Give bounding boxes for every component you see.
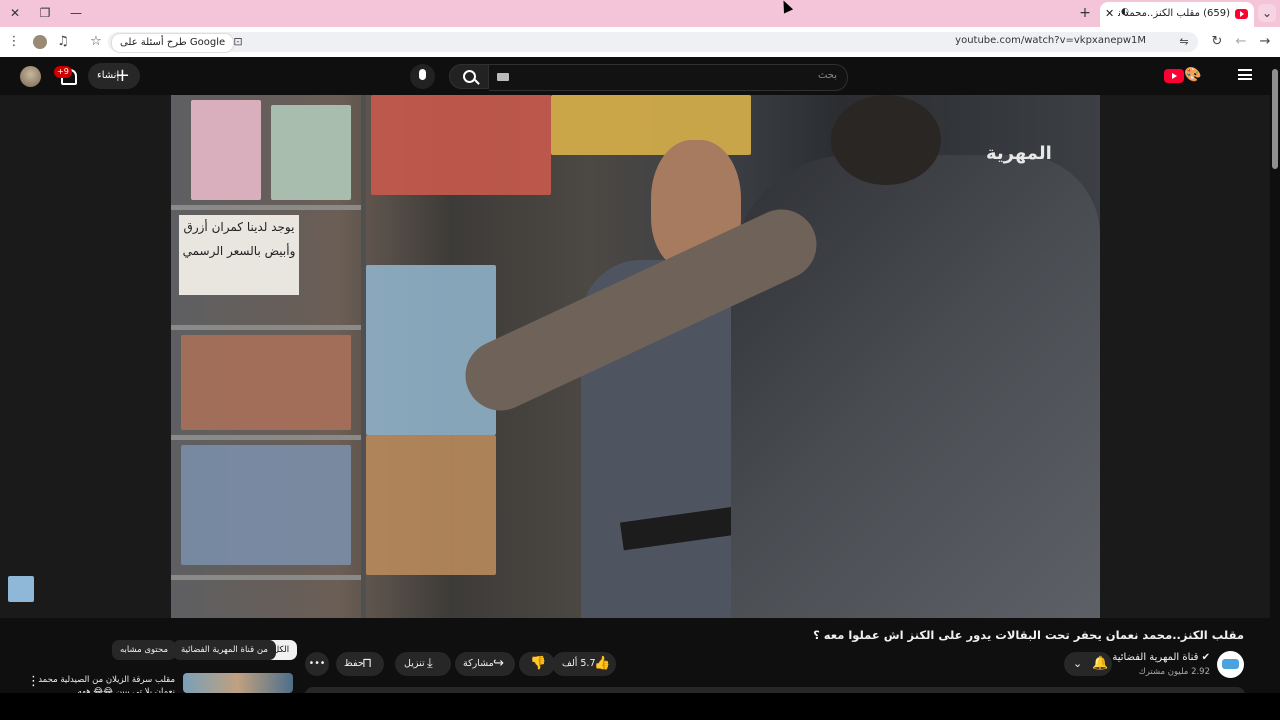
browser-menu-icon[interactable]: ⋮: [6, 34, 22, 50]
shelf: [171, 205, 361, 210]
product-box: [181, 445, 351, 565]
like-button[interactable]: 👍 5.7 ألف: [552, 652, 616, 676]
tab-search-icon[interactable]: ⌄: [1258, 4, 1276, 22]
notifications-badge: +9: [54, 66, 72, 78]
download-label: تنزيل: [404, 658, 425, 669]
recommended-video-thumbnail[interactable]: [183, 673, 293, 693]
browser-tab-strip: ✕ ❐ — + (659) مقلب الكنز..محمد نعما ◐ ✕ …: [0, 0, 1280, 27]
ask-google-chip[interactable]: طرح أسئلة على Google: [111, 33, 235, 53]
install-app-icon[interactable]: ⊡: [230, 34, 246, 50]
product-box: [191, 100, 261, 200]
shelf: [171, 435, 361, 440]
scrollbar-thumb[interactable]: [1272, 69, 1278, 169]
save-label: حفظ: [344, 658, 364, 669]
search-icon: [463, 70, 476, 83]
chip-from-channel[interactable]: من قناة المهرية الفضائية: [173, 640, 276, 660]
keyboard-icon[interactable]: [497, 73, 509, 81]
channel-branding-thumbnail[interactable]: [8, 576, 34, 602]
youtube-play-icon: [1164, 69, 1184, 83]
video-title: مقلب الكنز..محمد نعمان يحفر تحت البقالات…: [813, 628, 1244, 642]
candy-boxes: [366, 435, 496, 575]
save-button[interactable]: ⊓ حفظ: [336, 652, 384, 676]
media-control-icon[interactable]: ♫: [55, 34, 71, 50]
create-label: إنشاء: [97, 70, 120, 81]
create-button[interactable]: + إنشاء: [88, 63, 140, 89]
product-box: [181, 335, 351, 430]
site-info-icon[interactable]: ⇋: [1176, 34, 1192, 50]
subscriber-count: 2.92 مليون مشترك: [1138, 667, 1210, 677]
download-icon: ⤓: [427, 656, 433, 671]
more-actions-button[interactable]: •••: [305, 652, 329, 676]
bell-icon: 🔔: [1092, 656, 1109, 671]
search-button[interactable]: [449, 64, 489, 89]
chevron-down-icon: ⌄: [1073, 657, 1083, 670]
restore-window-icon[interactable]: ❐: [35, 4, 55, 22]
shelf: [171, 575, 361, 580]
new-tab-icon[interactable]: +: [1075, 4, 1095, 22]
tab-title: (659) مقلب الكنز..محمد نعما: [1118, 8, 1230, 19]
search-input[interactable]: بحث: [489, 64, 848, 91]
audio-playing-icon[interactable]: ◐: [1121, 7, 1129, 17]
page-scrollbar[interactable]: [1270, 57, 1280, 693]
youtube-favicon-icon: [1235, 9, 1248, 19]
video-player[interactable]: يوجد لدينا كمران أزرق وأبيض بالسعر الرسم…: [0, 95, 1270, 618]
subscription-bell-button[interactable]: 🔔 ⌄: [1064, 652, 1112, 676]
download-button[interactable]: ⤓ تنزيل: [395, 652, 451, 676]
like-count: 5.7 ألف: [562, 658, 596, 669]
voice-search-button[interactable]: [410, 64, 435, 89]
channel-name-text: قناة المهرية الفضائية: [1112, 652, 1199, 663]
share-icon: ↪: [493, 656, 504, 671]
share-button[interactable]: ↪ مشاركة: [455, 652, 515, 676]
user-avatar[interactable]: [20, 66, 41, 87]
minimize-window-icon[interactable]: —: [66, 4, 86, 22]
share-label: مشاركة: [463, 658, 494, 669]
thumbs-up-icon: 👍: [594, 656, 611, 671]
reload-icon[interactable]: ↻: [1209, 34, 1225, 50]
youtube-logo[interactable]: 🎨: [1162, 67, 1222, 85]
product-box: [271, 105, 351, 200]
more-horizontal-icon: •••: [308, 658, 326, 669]
profile-avatar[interactable]: [33, 35, 47, 49]
prankster-head: [831, 95, 941, 185]
os-taskbar: [0, 693, 1280, 720]
chip-related[interactable]: محتوى مشابه: [112, 640, 176, 660]
close-window-icon[interactable]: ✕: [5, 4, 25, 22]
shop-sign: يوجد لدينا كمران أزرق وأبيض بالسعر الرسم…: [179, 215, 299, 295]
thumbs-down-icon: 👎: [530, 656, 547, 671]
address-bar[interactable]: طرح أسئلة على Google ⊡ youtube.com/watch…: [108, 32, 1198, 53]
doodle-art-icon: 🎨: [1184, 67, 1202, 83]
dislike-button[interactable]: 👎: [519, 652, 555, 676]
hanging-snacks: [371, 95, 551, 195]
recommended-more-icon[interactable]: ⋮: [27, 674, 40, 689]
bookmark-star-icon[interactable]: ☆: [88, 34, 104, 50]
microphone-icon: [419, 69, 426, 80]
shelf: [171, 325, 361, 330]
video-frame[interactable]: يوجد لدينا كمران أزرق وأبيض بالسعر الرسم…: [171, 95, 1100, 618]
forward-icon[interactable]: ←: [1233, 34, 1249, 50]
search-placeholder: بحث: [817, 70, 837, 81]
close-tab-icon[interactable]: ✕: [1105, 7, 1114, 20]
url-text: youtube.com/watch?v=vkpxanepw1M: [955, 35, 1146, 46]
browser-tab-active[interactable]: (659) مقلب الكنز..محمد نعما ◐ ✕: [1100, 2, 1254, 27]
channel-name[interactable]: ✔ قناة المهرية الفضائية: [1112, 652, 1210, 663]
browser-toolbar: ⋮ ♫ ☆ طرح أسئلة على Google ⊡ youtube.com…: [0, 27, 1280, 57]
back-icon[interactable]: →: [1257, 34, 1273, 50]
hamburger-menu-icon[interactable]: [1238, 69, 1252, 80]
verified-icon: ✔: [1198, 652, 1210, 663]
channel-avatar[interactable]: [1217, 651, 1244, 678]
channel-watermark: المهرية: [986, 143, 1052, 164]
youtube-header: 🎨 بحث + إنشاء: [0, 57, 1270, 95]
